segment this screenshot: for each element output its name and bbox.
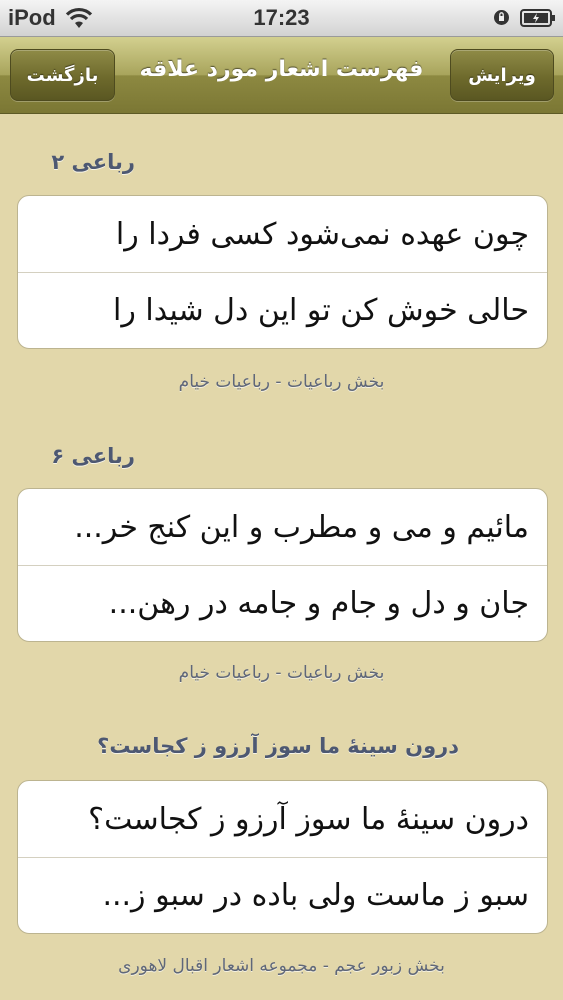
- poem-line-cell[interactable]: حالی خوش کن تو این دل شیدا را: [18, 272, 547, 348]
- poem-group-2[interactable]: مائیم و می و مطرب و این کنج خر... جان و …: [17, 488, 548, 642]
- section-footer-poem-2: بخش رباعیات - رباعیات خیام: [178, 663, 385, 683]
- section-footer-poem-1: بخش رباعیات - رباعیات خیام: [178, 372, 385, 392]
- page-title: فهرست اشعار مورد علاقه: [139, 57, 424, 82]
- section-footer-poem-3: بخش زبور عجم - مجموعه اشعار اقبال لاهوری: [118, 956, 445, 976]
- edit-button[interactable]: ویرایش: [450, 49, 554, 101]
- status-time: 17:23: [253, 5, 310, 30]
- navigation-bar: بازگشت فهرست اشعار مورد علاقه ویرایش: [0, 37, 563, 114]
- battery-icon: [520, 9, 555, 27]
- poem-line-cell[interactable]: سبو ز ماست ولی باده در سبو ز...: [18, 857, 547, 933]
- poem-group-3[interactable]: درون سینهٔ ما سوز آرزو ز کجاست؟ سبو ز ما…: [17, 780, 548, 934]
- orientation-lock-icon: [494, 10, 509, 25]
- section-header-poem-2: رباعی ۶: [51, 444, 135, 468]
- poem-line-cell[interactable]: چون عهده نمی‌شود کسی فردا را: [18, 196, 547, 272]
- section-header-poem-3: درون سینهٔ ما سوز آرزو ز کجاست؟: [97, 734, 459, 758]
- back-button[interactable]: بازگشت: [10, 49, 115, 101]
- poem-line-cell[interactable]: جان و دل و جام و جامه در رهن...: [18, 565, 547, 641]
- status-bar: iPod 17:23: [0, 0, 563, 37]
- section-header-poem-1: رباعی ۲: [51, 150, 135, 174]
- poem-line-cell[interactable]: درون سینهٔ ما سوز آرزو ز کجاست؟: [18, 781, 547, 857]
- poem-group-1[interactable]: چون عهده نمی‌شود کسی فردا را حالی خوش کن…: [17, 195, 548, 349]
- poem-line-cell[interactable]: مائیم و می و مطرب و این کنج خر...: [18, 489, 547, 565]
